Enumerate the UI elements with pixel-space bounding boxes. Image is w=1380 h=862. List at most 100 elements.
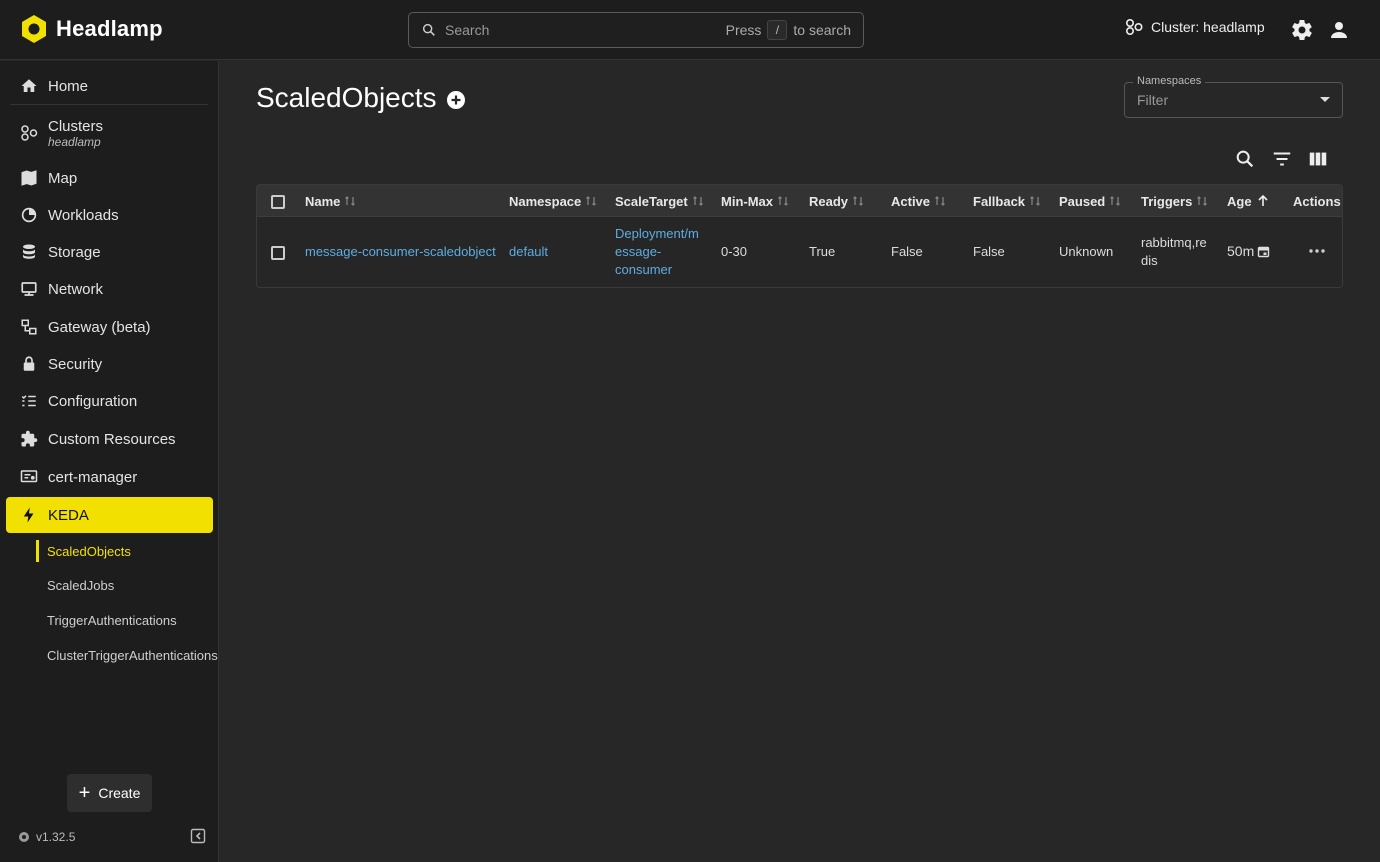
sidebar-item-label: Storage — [48, 243, 101, 261]
sidebar-item-label: Gateway (beta) — [48, 318, 151, 336]
lightning-icon — [23, 507, 34, 523]
scaledobject-name-link[interactable]: message-consumer-scaledobject — [305, 243, 496, 261]
create-button[interactable]: + Create — [67, 774, 152, 812]
scale-target-link[interactable]: Deployment/m essage- consumer — [615, 225, 699, 279]
columns-icon[interactable] — [1307, 148, 1329, 170]
column-header-min-max[interactable]: Min-Max — [721, 185, 789, 217]
puzzle-icon — [21, 430, 38, 447]
sidebar-item-map[interactable]: Map — [6, 160, 213, 196]
sort-icon — [692, 196, 703, 206]
network-icon — [21, 282, 37, 296]
user-account-icon[interactable] — [1327, 18, 1351, 42]
namespaces-filter[interactable]: Namespaces Filter — [1124, 75, 1343, 118]
sidebar-item-sublabel: headlamp — [48, 134, 101, 149]
map-icon — [21, 170, 37, 186]
column-header-label: Ready — [809, 193, 849, 209]
search-box[interactable]: Press / to search — [408, 12, 864, 48]
sidebar-item-network[interactable]: Network — [6, 271, 213, 307]
sidebar-item-storage[interactable]: Storage — [6, 234, 213, 270]
namespace-link[interactable]: default — [509, 243, 548, 261]
home-icon — [21, 79, 37, 92]
sidebar-item-configuration[interactable]: Configuration — [6, 383, 213, 419]
collapse-sidebar-icon[interactable] — [190, 828, 206, 844]
column-header-namespace[interactable]: Namespace — [509, 185, 597, 217]
sidebar-item-clusters[interactable]: Clusters headlamp — [6, 111, 213, 155]
sort-icon — [1197, 196, 1208, 206]
column-header-scaletarget[interactable]: ScaleTarget — [615, 185, 704, 217]
sidebar-item-keda[interactable]: KEDA — [6, 497, 213, 533]
sort-icon — [778, 196, 788, 206]
sidebar-item-label: Network — [48, 280, 104, 298]
column-header-name[interactable]: Name — [305, 185, 356, 217]
sidebar-item-custom-resources[interactable]: Custom Resources — [6, 421, 213, 457]
column-header-paused[interactable]: Paused — [1059, 185, 1121, 217]
sidebar-item-home[interactable]: Home — [6, 68, 213, 104]
filter-icon[interactable] — [1271, 148, 1293, 170]
sidebar-item-clusters-text: Clusters headlamp — [48, 118, 103, 149]
sidebar-item-label: Security — [48, 355, 103, 373]
scale-target-line: Deployment/m — [615, 226, 699, 241]
column-header-active[interactable]: Active — [891, 185, 946, 217]
top-app-bar: Headlamp Press / to search Cluster: head… — [0, 0, 1380, 60]
cluster-label: Cluster: headlamp — [1151, 19, 1265, 35]
namespaces-filter-label: Namespaces — [1133, 75, 1206, 87]
sidebar-item-gateway[interactable]: Gateway (beta) — [6, 309, 213, 345]
sort-icon — [1030, 196, 1040, 206]
clusters-icon — [21, 125, 38, 141]
workloads-icon — [21, 207, 37, 223]
chevron-down-icon — [1320, 97, 1330, 102]
sidebar: Home Clusters headlamp Map Workloads Sto… — [0, 61, 219, 862]
namespaces-filter-placeholder: Filter — [1137, 92, 1169, 108]
column-header-ready[interactable]: Ready — [809, 185, 864, 217]
column-header-triggers[interactable]: Triggers — [1141, 185, 1208, 217]
sidebar-item-cert-manager[interactable]: cert-manager — [6, 459, 213, 495]
clusters-icon — [1125, 18, 1143, 36]
sort-icon — [1110, 196, 1121, 206]
headlamp-logo-icon — [22, 15, 46, 43]
gateway-icon — [21, 319, 37, 335]
column-header-age[interactable]: Age — [1227, 185, 1270, 217]
app-title: Headlamp — [56, 16, 163, 41]
more-actions-icon[interactable] — [1307, 243, 1327, 259]
sidebar-item-label: Clusters — [48, 117, 104, 135]
sidebar-item-label: Configuration — [48, 392, 138, 410]
column-header-label: Fallback — [973, 193, 1026, 209]
plus-icon: + — [78, 782, 91, 804]
sidebar-subitem-clustertriggerauthentications[interactable]: ClusterTriggerAuthentications — [36, 644, 218, 666]
age-value: 50m — [1227, 242, 1270, 260]
column-header-label: Active — [891, 193, 931, 209]
scale-target-line: consumer — [615, 262, 673, 277]
sidebar-item-workloads[interactable]: Workloads — [6, 197, 213, 233]
search-input[interactable] — [445, 22, 726, 38]
add-circle-icon[interactable] — [446, 90, 466, 110]
sidebar-subitem-triggerauthentications[interactable]: TriggerAuthentications — [36, 609, 177, 631]
column-header-label: Triggers — [1141, 193, 1193, 209]
sort-icon — [935, 196, 945, 206]
sidebar-item-label: Home — [48, 77, 89, 95]
sort-icon — [345, 196, 356, 206]
settings-gear-icon[interactable] — [1290, 18, 1314, 42]
app-logo[interactable]: Headlamp — [20, 14, 163, 44]
sidebar-subitem-scaledjobs[interactable]: ScaledJobs — [36, 574, 114, 596]
sidebar-item-label: Map — [48, 169, 78, 187]
column-header-label: Actions — [1293, 193, 1341, 209]
search-shortcut-hint: Press / to search — [726, 20, 851, 40]
select-all-checkbox[interactable] — [271, 195, 285, 209]
cluster-selector-button[interactable]: Cluster: headlamp — [1125, 18, 1265, 36]
min-max-value: 0-30 — [721, 244, 748, 259]
sidebar-item-security[interactable]: Security — [6, 346, 213, 382]
column-header-label: Min-Max — [721, 193, 773, 209]
triggers-line: dis — [1141, 253, 1158, 268]
scaledobjects-table: Name Namespace ScaleTarget Min-Max Ready… — [256, 184, 1343, 288]
kubernetes-icon — [19, 832, 29, 842]
row-select-checkbox[interactable] — [271, 246, 285, 260]
sidebar-item-label: Custom Resources — [48, 430, 176, 448]
search-icon[interactable] — [1234, 148, 1256, 170]
triggers-line: rabbitmq,re — [1141, 235, 1207, 250]
ready-value: True — [809, 244, 836, 259]
sidebar-subitem-scaledobjects[interactable]: ScaledObjects — [36, 540, 131, 562]
column-header-fallback[interactable]: Fallback — [973, 185, 1041, 217]
sort-icon — [586, 196, 597, 206]
paused-value: Unknown — [1059, 244, 1114, 259]
search-hint-press: Press — [725, 22, 762, 38]
